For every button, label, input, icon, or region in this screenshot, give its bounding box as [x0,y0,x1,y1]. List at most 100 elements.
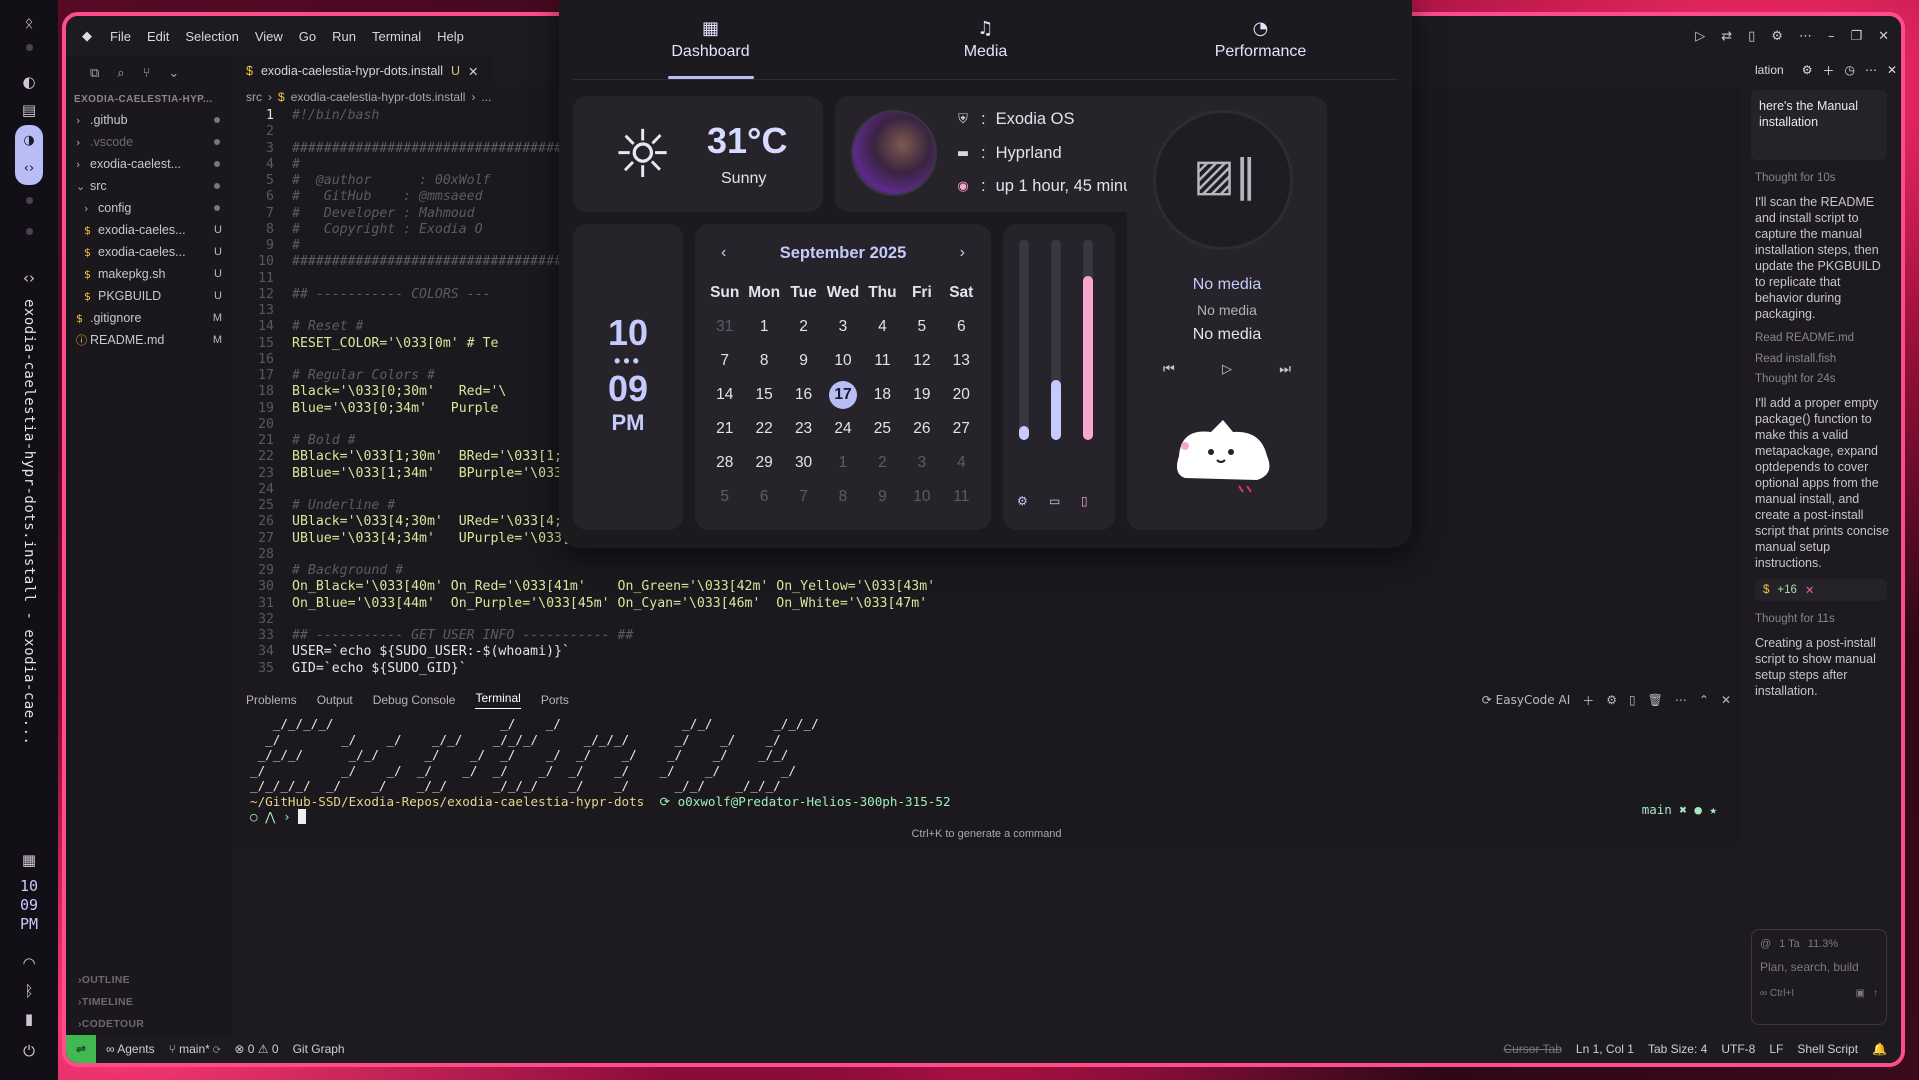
calendar-day[interactable]: 13 [942,348,981,374]
thought-label[interactable]: Thought for 24s [1741,371,1901,387]
section-codetour[interactable]: › CODETOUR [66,1013,232,1035]
menu-item-terminal[interactable]: Terminal [372,29,421,44]
calendar-day[interactable]: 31 [705,314,744,340]
bluetooth-icon[interactable]: ᛒ [17,982,41,1000]
calendar-day[interactable]: 9 [784,348,823,374]
calendar-day[interactable]: 9 [863,484,902,510]
calendar-day[interactable]: 2 [863,450,902,476]
run-icon[interactable]: ▷ [1695,29,1705,44]
previous-icon[interactable]: ⏮ [1163,362,1175,377]
minimize-icon[interactable]: – [1828,29,1835,44]
calendar-day[interactable]: 23 [784,416,823,442]
calendar-day[interactable]: 5 [705,484,744,510]
tree-item[interactable]: $ exodia-caeles... U [66,219,232,241]
calendar-day[interactable]: 3 [902,450,941,476]
remote-icon[interactable]: ⇌ [66,1035,96,1063]
problems-item[interactable]: ⊗ 0 ⚠ 0 [234,1042,278,1056]
menu-item-go[interactable]: Go [299,29,316,44]
editor-tab[interactable]: $ exodia-caelestia-hypr-dots.install U ✕ [232,56,493,86]
play-icon[interactable]: ▷ [1222,362,1232,377]
next-icon[interactable]: ⏭ [1279,362,1291,377]
tree-item[interactable]: › .vscode [66,131,232,153]
calendar-day[interactable]: 11 [863,348,902,374]
breadcrumb-item[interactable]: ... [481,90,491,104]
next-month-button[interactable]: › [960,244,965,262]
tab-output[interactable]: Output [317,693,353,707]
tree-item[interactable]: $ makepkg.sh U [66,263,232,285]
menu-item-run[interactable]: Run [332,29,356,44]
tab-size[interactable]: Tab Size: 4 [1648,1042,1707,1056]
calendar-day[interactable]: 25 [863,416,902,442]
tab-performance[interactable]: ◔ Performance [1123,0,1398,79]
encoding[interactable]: UTF-8 [1721,1042,1755,1056]
calendar-day[interactable]: 14 [705,382,744,408]
more-icon[interactable]: ⋯ [1675,693,1687,707]
prompt-cursor[interactable]: ○ ⋀ › _ [250,809,951,825]
add-icon[interactable]: ＋ [1822,62,1834,79]
agents-item[interactable]: ∞ Agents [106,1042,155,1056]
gear-icon[interactable]: ⚙ [1606,693,1617,707]
user-message[interactable]: here's the Manual installation [1751,90,1887,160]
calendar-day[interactable]: 29 [744,450,783,476]
power-icon[interactable]: ⏻ [17,1042,41,1060]
menu-item-edit[interactable]: Edit [147,29,169,44]
chat-title[interactable]: lation [1755,63,1784,77]
tree-item[interactable]: › exodia-caelest... [66,153,232,175]
cursor-app-icon[interactable]: ◑ [19,131,39,151]
section-outline[interactable]: › OUTLINE [66,969,232,991]
branch-item[interactable]: ⑂ main* ⟳ [169,1042,221,1056]
calendar-day[interactable]: 12 [902,348,941,374]
search-icon[interactable]: ⌕ [117,66,124,81]
close-icon[interactable]: ✕ [1887,63,1897,77]
close-icon[interactable]: ✕ [468,64,478,79]
layout-icon[interactable]: ▯ [1748,29,1755,44]
tool-read[interactable]: Read README.md [1741,330,1901,346]
arch-logo-icon[interactable]: ᛟ [17,14,41,32]
calendar-day[interactable]: 24 [823,416,862,442]
breadcrumb-item[interactable]: src [246,90,262,104]
menu-item-view[interactable]: View [255,29,283,44]
bell-icon[interactable]: 🔔 [1872,1042,1887,1056]
active-workspace[interactable]: ◑ ‹› [15,125,43,185]
calendar-day[interactable]: 16 [784,382,823,408]
git-graph-item[interactable]: Git Graph [293,1042,345,1056]
image-icon[interactable]: ▣ [1856,988,1865,999]
source-control-icon[interactable]: ⑂ [143,66,151,81]
workspace-dot[interactable] [25,44,33,51]
thought-label[interactable]: Thought for 11s [1741,611,1901,627]
mode-chip[interactable]: ∞ Ctrl+I [1760,988,1794,999]
more-icon[interactable]: ⋯ [1799,29,1812,44]
calendar-month[interactable]: September 2025 [695,244,991,263]
files-icon[interactable]: ▤ [17,101,41,119]
maximize-icon[interactable]: ❐ [1850,29,1862,44]
menu-item-help[interactable]: Help [437,29,464,44]
tree-item[interactable]: ⌄ src [66,175,232,197]
calendar-day[interactable]: 30 [784,450,823,476]
gear-icon[interactable]: ⚙ [1802,63,1813,77]
close-icon[interactable]: ✕ [1721,693,1731,707]
language-mode[interactable]: Shell Script [1797,1042,1858,1056]
calendar-day[interactable]: 1 [823,450,862,476]
context-chip[interactable]: 1 Ta [1779,938,1800,950]
history-icon[interactable]: ◷ [1844,63,1854,77]
calendar-day[interactable]: 8 [823,484,862,510]
calendar-day[interactable]: 10 [823,348,862,374]
calendar-day[interactable]: 11 [942,484,981,510]
calendar-day[interactable]: 8 [744,348,783,374]
tree-item[interactable]: $ exodia-caeles... U [66,241,232,263]
copy-icon[interactable]: ⧉ [90,66,99,81]
workspace-dot[interactable] [25,228,33,235]
calendar-day[interactable]: 7 [784,484,823,510]
chat-input[interactable]: @ 1 Ta 11.3% Plan, search, build ∞ Ctrl+… [1751,929,1887,1025]
breadcrumb-item[interactable]: exodia-caelestia-hypr-dots.install [291,90,466,104]
tree-item[interactable]: $ .gitignore M [66,307,232,329]
shell-label[interactable]: ⟳ EasyCode AI [1482,693,1570,707]
calendar-day[interactable]: 6 [942,314,981,340]
calendar-day[interactable]: 10 [902,484,941,510]
calendar-day[interactable]: 4 [863,314,902,340]
calendar-day[interactable]: 18 [863,382,902,408]
tab-debug-console[interactable]: Debug Console [373,693,456,707]
tab-terminal[interactable]: Terminal [475,691,521,709]
calendar-day[interactable]: 4 [942,450,981,476]
section-timeline[interactable]: › TIMELINE [66,991,232,1013]
